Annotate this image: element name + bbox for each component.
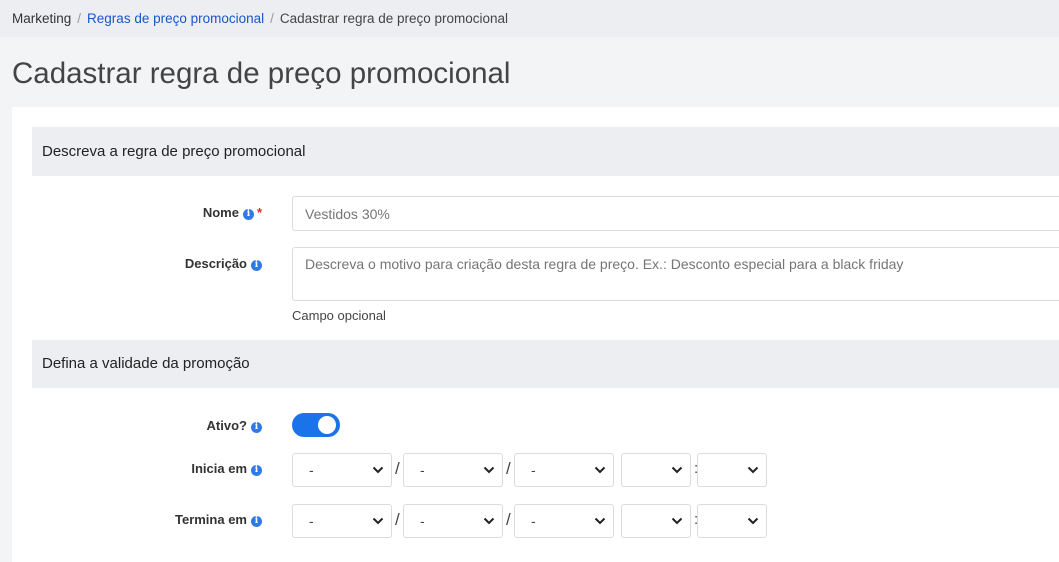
- chevron-down-icon: [483, 517, 495, 525]
- active-toggle[interactable]: [292, 413, 340, 437]
- start-hour-select[interactable]: [621, 453, 691, 487]
- section-header-describe: Descreva a regra de preço promocional: [32, 127, 1059, 176]
- breadcrumb-current: Cadastrar regra de preço promocional: [279, 11, 509, 26]
- end-day-value: -: [309, 513, 314, 529]
- name-label-text: Nome: [202, 205, 239, 220]
- info-icon[interactable]: i: [251, 516, 262, 527]
- description-label-text: Descrição: [184, 256, 247, 271]
- end-label-text: Termina em: [174, 512, 247, 527]
- section-header-validity: Defina a validade da promoção: [32, 340, 1059, 388]
- info-icon[interactable]: i: [251, 465, 262, 476]
- end-label: Termina em i: [12, 512, 262, 527]
- chevron-down-icon: [594, 517, 606, 525]
- breadcrumb-separator: /: [77, 11, 82, 26]
- start-day-select[interactable]: -: [292, 453, 392, 487]
- info-icon[interactable]: i: [251, 260, 262, 271]
- end-month-value: -: [420, 513, 425, 529]
- form-card: Descreva a regra de preço promocional No…: [12, 107, 1059, 562]
- required-marker: *: [256, 205, 262, 220]
- description-help-text: Campo opcional: [292, 308, 386, 323]
- info-icon[interactable]: i: [251, 422, 262, 433]
- start-label-text: Inicia em: [191, 461, 247, 476]
- end-year-select[interactable]: -: [514, 504, 614, 538]
- info-icon[interactable]: i: [242, 209, 254, 220]
- breadcrumb: Marketing / Regras de preço promocional / Ca…: [0, 0, 1059, 37]
- name-input[interactable]: [292, 196, 1059, 231]
- start-month-select[interactable]: -: [403, 453, 503, 487]
- toggle-knob: [318, 416, 336, 434]
- chevron-down-icon: [483, 466, 495, 474]
- start-label: Inicia em i: [12, 461, 262, 476]
- description-textarea[interactable]: [292, 247, 1059, 301]
- date-separator: /: [506, 510, 511, 529]
- name-label: Nome i *: [12, 205, 262, 220]
- end-year-value: -: [531, 513, 536, 529]
- breadcrumb-link-regras[interactable]: Regras de preço promocional: [87, 11, 264, 26]
- end-month-select[interactable]: -: [403, 504, 503, 538]
- start-minute-select[interactable]: [697, 453, 767, 487]
- chevron-down-icon: [671, 517, 683, 525]
- chevron-down-icon: [747, 466, 759, 474]
- chevron-down-icon: [594, 466, 606, 474]
- chevron-down-icon: [372, 466, 384, 474]
- breadcrumb-marketing[interactable]: Marketing: [12, 11, 71, 26]
- date-separator: /: [395, 459, 400, 478]
- end-hour-select[interactable]: [621, 504, 691, 538]
- chevron-down-icon: [372, 517, 384, 525]
- chevron-down-icon: [671, 466, 683, 474]
- start-year-value: -: [531, 462, 536, 478]
- page-title: Cadastrar regra de preço promocional: [12, 57, 511, 90]
- description-label: Descrição i: [12, 256, 262, 271]
- start-month-value: -: [420, 462, 425, 478]
- active-label-text: Ativo?: [206, 418, 247, 433]
- breadcrumb-separator: /: [270, 11, 274, 26]
- chevron-down-icon: [747, 517, 759, 525]
- start-day-value: -: [309, 462, 314, 478]
- end-minute-select[interactable]: [697, 504, 767, 538]
- date-separator: /: [395, 510, 400, 529]
- active-label: Ativo? i: [12, 418, 262, 433]
- end-day-select[interactable]: -: [292, 504, 392, 538]
- start-year-select[interactable]: -: [514, 453, 614, 487]
- date-separator: /: [506, 459, 511, 478]
